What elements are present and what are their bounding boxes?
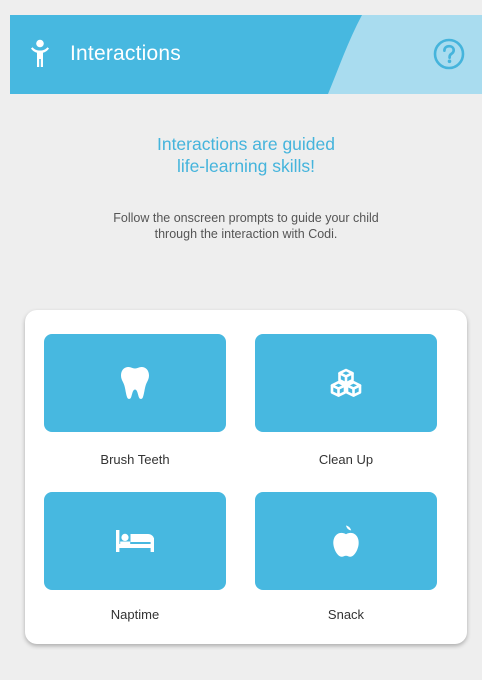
help-icon[interactable] (433, 38, 465, 70)
tooth-icon (121, 367, 149, 399)
subtext-line-2: through the interaction with Codi. (154, 227, 338, 241)
brush-teeth-label: Brush Teeth (100, 452, 170, 467)
blocks-icon (330, 368, 362, 397)
intro-headline: Interactions are guided life-learning sk… (10, 133, 482, 177)
clean-up-button[interactable] (255, 334, 437, 432)
bed-icon (116, 530, 154, 552)
snack-button[interactable] (255, 492, 437, 590)
headline-line-2: life-learning skills! (176, 156, 316, 176)
naptime-label: Naptime (110, 607, 160, 622)
clean-up-label: Clean Up (318, 452, 374, 467)
person-icon (31, 39, 49, 67)
subtext-line-1: Follow the onscreen prompts to guide you… (113, 211, 379, 225)
headline-line-1: Interactions are guided (156, 134, 336, 154)
brush-teeth-button[interactable] (44, 334, 226, 432)
intro-description: Follow the onscreen prompts to guide you… (10, 210, 482, 242)
interactions-card: Brush Teeth Clean Up Naptime Snack (25, 310, 467, 644)
apple-icon (333, 525, 359, 557)
snack-label: Snack (327, 607, 365, 622)
page-title: Interactions (70, 42, 181, 65)
header-bar: Interactions (10, 15, 482, 94)
naptime-button[interactable] (44, 492, 226, 590)
